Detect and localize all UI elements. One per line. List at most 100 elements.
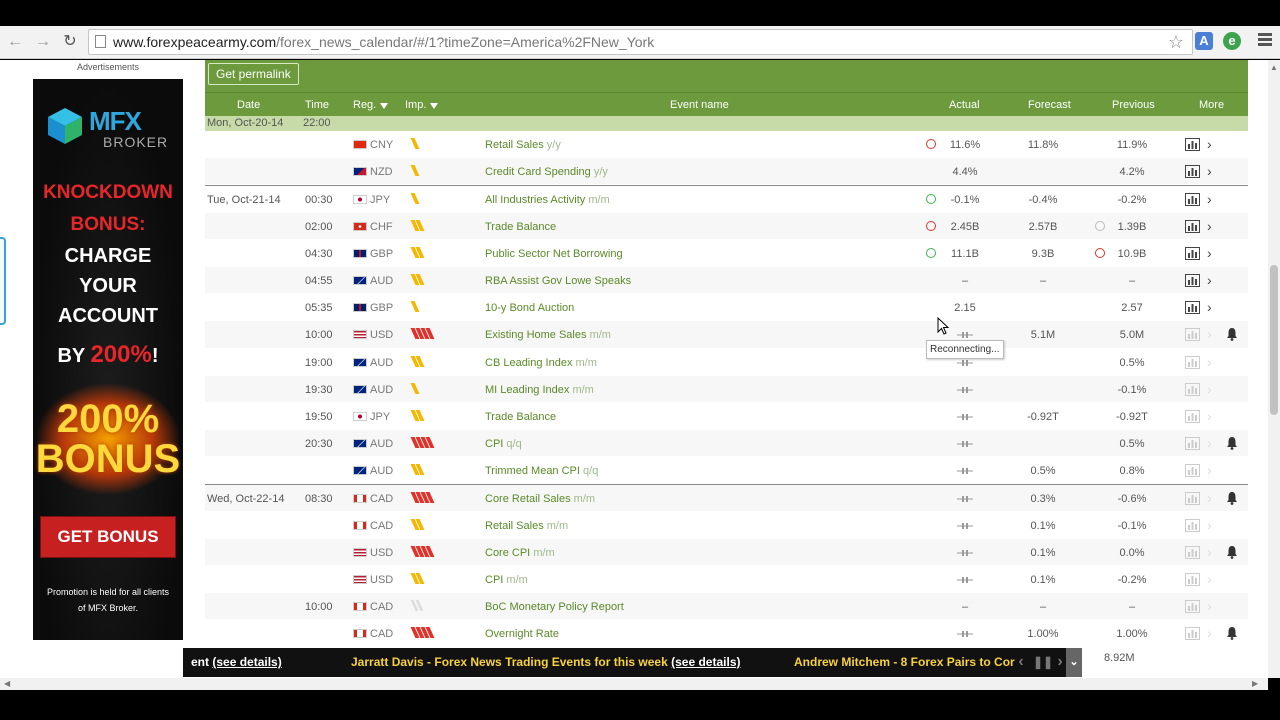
calendar-row[interactable]: 10:00 CAD BoC Monetary Policy Report – – – › (205, 593, 1248, 621)
bell-icon[interactable] (1226, 626, 1238, 641)
chart-icon[interactable] (1185, 165, 1200, 179)
bell-icon[interactable] (1226, 545, 1238, 559)
side-tab[interactable] (0, 237, 6, 325)
calendar-row[interactable]: Tue, Oct-21-14 00:30 JPY All Industries Act… (205, 185, 1248, 213)
event-name-link[interactable]: CB Leading Index m/m (485, 357, 597, 369)
chevron-right-icon[interactable]: › (1207, 272, 1212, 288)
reload-icon[interactable]: ↻ (59, 31, 81, 53)
filter-icon[interactable] (380, 103, 389, 109)
calendar-row[interactable]: NZD Credit Card Spending y/y 4.4% 4.2% › (205, 158, 1248, 186)
ticker-link-2[interactable]: (see details) (671, 655, 740, 669)
translate-extension-icon[interactable]: A (1195, 32, 1213, 50)
bookmark-star-icon[interactable]: ☆ (1168, 30, 1184, 54)
event-name-link[interactable]: Trade Balance (485, 221, 556, 233)
calendar-row[interactable]: 04:55 AUD RBA Assist Gov Lowe Speaks – – – › (205, 266, 1248, 295)
browser-menu-icon[interactable] (1258, 33, 1272, 48)
chart-icon[interactable] (1185, 328, 1200, 342)
calendar-row[interactable]: 19:00 AUD CB Leading Index m/m 0.5% › (205, 349, 1248, 376)
calendar-row[interactable]: 05:35 GBP 10-y Bond Auction 2.15 2.57 › (205, 294, 1248, 322)
get-permalink-button[interactable]: Get permalink (208, 63, 299, 85)
calendar-row[interactable]: 19:30 AUD MI Leading Index m/m -0.1% › (205, 375, 1248, 403)
chart-icon[interactable] (1185, 246, 1200, 260)
scroll-thumb[interactable] (1270, 265, 1278, 415)
event-name-link[interactable]: Trade Balance (485, 411, 556, 423)
event-name-link[interactable]: Retail Sales y/y (485, 139, 561, 151)
chevron-right-icon[interactable]: › (1207, 462, 1212, 478)
calendar-row[interactable]: USD CPI m/m 0.1% -0.2% › (205, 566, 1248, 594)
calendar-row[interactable]: 10:00 USD Existing Home Sales m/m 5.1M 5.0M › (205, 321, 1248, 349)
chevron-right-icon[interactable]: › (1207, 544, 1212, 560)
event-name-link[interactable]: Existing Home Sales m/m (485, 329, 611, 341)
event-name-link[interactable]: Overnight Rate (485, 628, 559, 640)
chart-icon[interactable] (1185, 600, 1200, 614)
chart-icon[interactable] (1185, 382, 1200, 396)
chart-icon[interactable] (1185, 545, 1200, 559)
event-name-link[interactable]: BoC Monetary Policy Report (485, 601, 624, 613)
scroll-right-icon[interactable]: ▶ (1252, 679, 1258, 688)
header-date[interactable]: Date (237, 99, 260, 111)
calendar-row[interactable]: 19:50 JPY Trade Balance -0.92T -0.92T › (205, 403, 1248, 431)
calendar-row[interactable]: CAD Retail Sales m/m 0.1% -0.1% › (205, 512, 1248, 539)
chart-icon[interactable] (1185, 219, 1200, 233)
event-name-link[interactable]: MI Leading Index m/m (485, 384, 594, 396)
chevron-right-icon[interactable]: › (1207, 408, 1212, 424)
chevron-right-icon[interactable]: › (1207, 517, 1212, 533)
scroll-up-icon[interactable]: ▲ (1270, 63, 1278, 72)
header-region[interactable]: Reg. (353, 99, 389, 111)
chevron-right-icon[interactable]: › (1207, 354, 1212, 370)
bell-icon[interactable] (1226, 491, 1238, 506)
event-name-link[interactable]: CPI m/m (485, 574, 528, 586)
header-importance[interactable]: Imp. (405, 99, 439, 111)
calendar-row[interactable]: 02:00 CHF Trade Balance 2.45B 2.57B 1.39B › (205, 212, 1248, 240)
chevron-right-icon[interactable]: › (1207, 490, 1212, 506)
chevron-right-icon[interactable]: › (1207, 571, 1212, 587)
chevron-right-icon[interactable]: › (1207, 245, 1212, 261)
calendar-row[interactable]: Wed, Oct-22-14 08:30 CAD Core Retail Sales … (205, 484, 1248, 512)
event-name-link[interactable]: Public Sector Net Borrowing (485, 248, 623, 260)
back-icon[interactable]: ← (4, 31, 26, 53)
chevron-right-icon[interactable]: › (1207, 191, 1212, 207)
ticker-item-2-text[interactable]: Jarratt Davis - Forex News Trading Event… (351, 655, 668, 669)
event-name-link[interactable]: Core Retail Sales m/m (485, 493, 595, 505)
mfx-advertisement[interactable]: MFX BROKER KNOCKDOWN BONUS: CHARGE YOUR … (33, 79, 183, 640)
forward-icon[interactable]: → (32, 31, 54, 53)
chart-icon[interactable] (1185, 193, 1200, 207)
calendar-row[interactable]: CAD Overnight Rate 1.00% 1.00% › (205, 620, 1248, 648)
calendar-row[interactable]: CNY Retail Sales y/y 11.6% 11.8% 11.9% › (205, 131, 1248, 159)
event-name-link[interactable]: 10-y Bond Auction (485, 302, 574, 314)
chart-icon[interactable] (1185, 355, 1200, 369)
chart-icon[interactable] (1185, 301, 1200, 315)
chevron-right-icon[interactable]: › (1207, 326, 1212, 342)
chevron-right-icon[interactable]: › (1207, 218, 1212, 234)
calendar-row[interactable]: USD Core CPI m/m 0.1% 0.0% › (205, 538, 1248, 566)
event-name-link[interactable]: All Industries Activity m/m (485, 194, 610, 206)
event-name-link[interactable]: Trimmed Mean CPI q/q (485, 465, 598, 477)
horizontal-scrollbar[interactable]: ◀ ▶ (0, 678, 1268, 690)
header-time[interactable]: Time (305, 99, 329, 111)
chevron-right-icon[interactable]: › (1207, 598, 1212, 614)
ticker-link-1[interactable]: (see details) (212, 655, 281, 669)
chevron-right-icon[interactable]: › (1207, 381, 1212, 397)
ticker-pause-icon[interactable]: ❚❚ (1033, 652, 1053, 672)
ticker-prev-icon[interactable]: ‹ (1014, 652, 1028, 672)
chevron-right-icon[interactable]: › (1207, 163, 1212, 179)
get-bonus-button[interactable]: GET BONUS (40, 516, 176, 558)
event-name-link[interactable]: Credit Card Spending y/y (485, 166, 608, 178)
chart-icon[interactable] (1185, 437, 1200, 451)
calendar-row[interactable]: AUD Trimmed Mean CPI q/q 0.5% 0.8% › (205, 457, 1248, 485)
chart-icon[interactable] (1185, 573, 1200, 586)
bell-icon[interactable] (1226, 327, 1238, 342)
chart-icon[interactable] (1185, 409, 1200, 423)
calendar-row[interactable]: 04:30 GBP Public Sector Net Borrowing 11.1… (205, 240, 1248, 267)
chevron-right-icon[interactable]: › (1207, 625, 1212, 641)
event-name-link[interactable]: Core CPI m/m (485, 547, 555, 559)
chevron-right-icon[interactable]: › (1207, 435, 1212, 451)
address-bar[interactable]: www.forexpeacearmy.com/forex_news_calend… (88, 29, 1193, 55)
chart-icon[interactable] (1185, 492, 1200, 506)
event-name-link[interactable]: RBA Assist Gov Lowe Speaks (485, 275, 631, 287)
calendar-row[interactable]: 20:30 AUD CPI q/q 0.5% › (205, 430, 1248, 458)
chevron-right-icon[interactable]: › (1207, 299, 1212, 315)
event-name-link[interactable]: Retail Sales m/m (485, 520, 568, 532)
chart-icon[interactable] (1185, 464, 1200, 478)
event-name-link[interactable]: CPI q/q (485, 438, 522, 450)
